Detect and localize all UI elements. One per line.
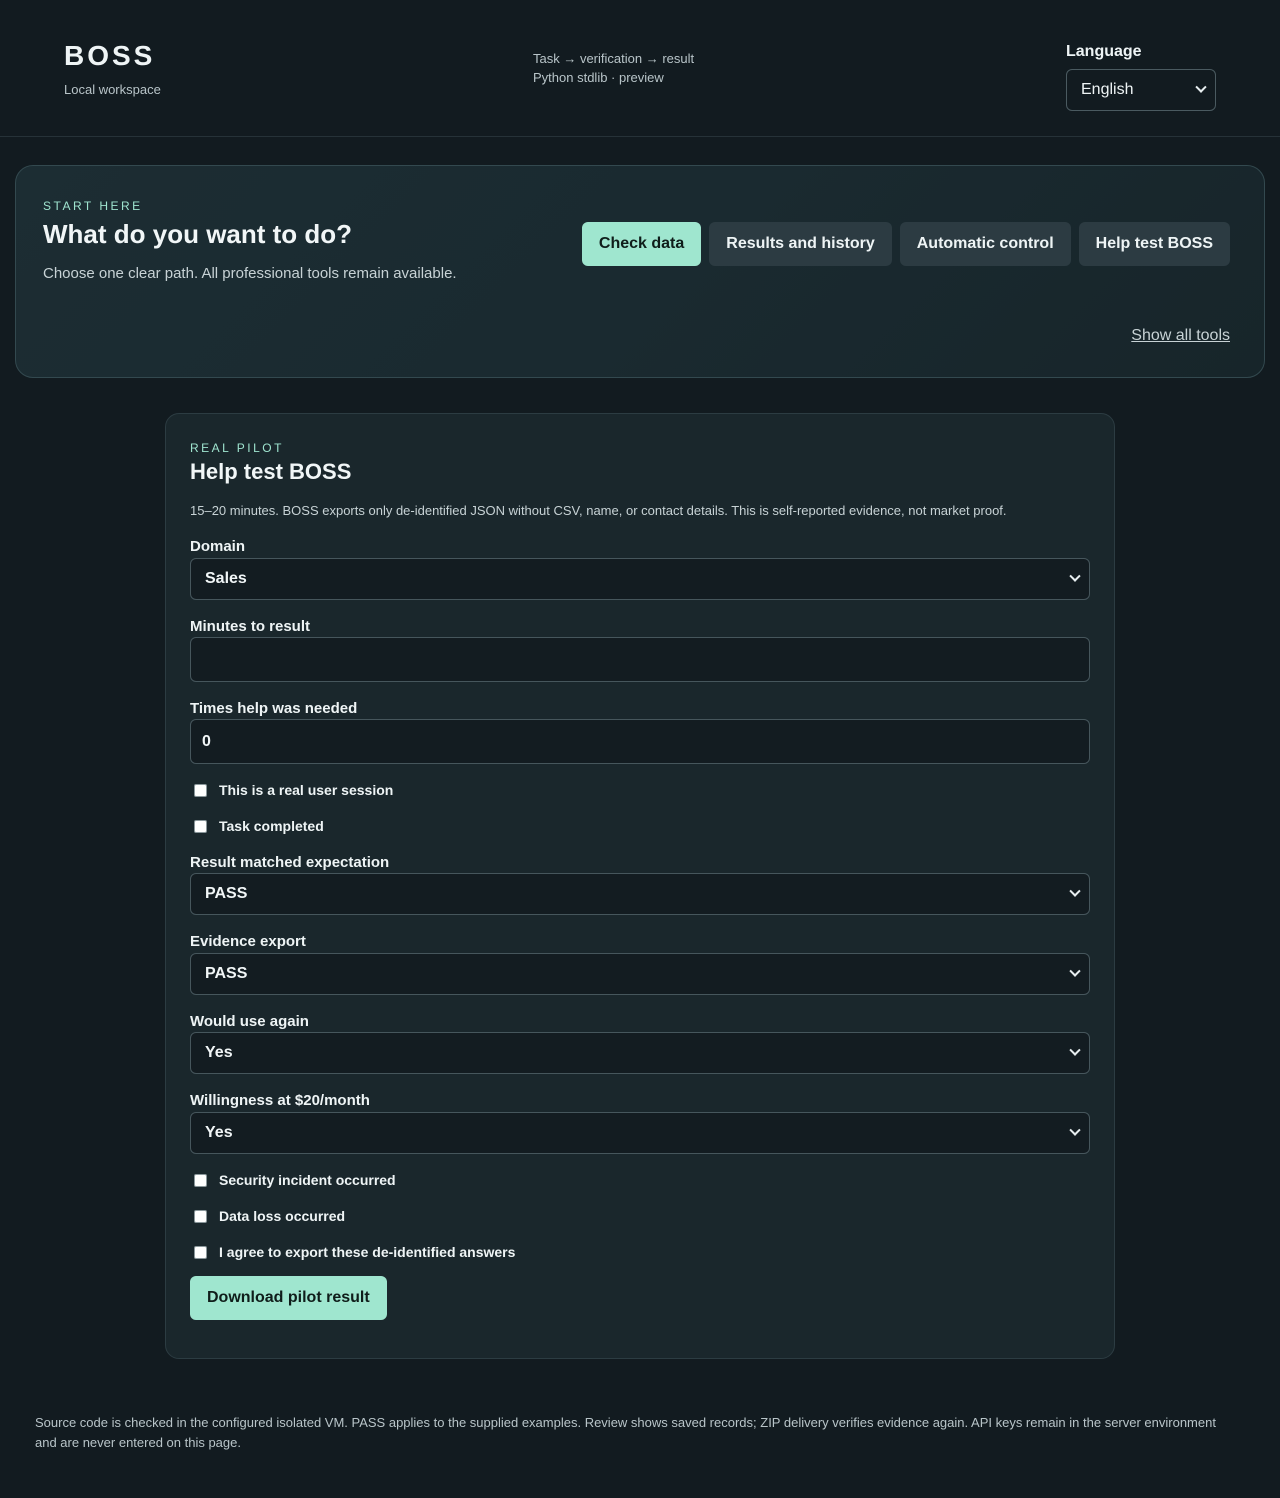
app-header: BOSS Local workspace Task → verification… [0, 0, 1280, 137]
real-session-label: This is a real user session [219, 782, 394, 798]
help-times-label: Times help was needed [190, 700, 358, 717]
automatic-control-button[interactable]: Automatic control [899, 222, 1071, 266]
security-incident-checkbox[interactable] [194, 1173, 207, 1187]
domain-label: Domain [190, 538, 246, 555]
pilot-eyebrow: REAL PILOT [190, 441, 284, 455]
task-completed-checkbox[interactable] [194, 819, 207, 833]
chevron-down-icon [1195, 81, 1207, 93]
brand: BOSS Local workspace [64, 40, 161, 97]
flow-steps: Task → verification → result [533, 51, 695, 66]
show-all-tools-link[interactable]: Show all tools [1131, 327, 1230, 345]
language-label: Language [1066, 43, 1142, 60]
pilot-description: 15–20 minutes. BOSS exports only de-iden… [190, 503, 1007, 518]
language-picker: Language English [1066, 42, 1216, 111]
help-times-value: 0 [202, 732, 211, 750]
download-pilot-button[interactable]: Download pilot result [190, 1276, 387, 1320]
evidence-export-label: Evidence export [190, 933, 306, 950]
brand-title: BOSS [64, 40, 156, 71]
chevron-down-icon [1069, 570, 1081, 582]
result-matched-label: Result matched expectation [190, 854, 390, 871]
willingness-value: Yes [205, 1124, 233, 1141]
chevron-down-icon [1069, 1124, 1081, 1136]
security-incident-label: Security incident occurred [219, 1172, 396, 1188]
help-test-button[interactable]: Help test BOSS [1078, 222, 1230, 266]
agree-export-label: I agree to export these de-identified an… [219, 1244, 516, 1260]
minutes-label: Minutes to result [190, 618, 311, 635]
path-buttons: Check data Results and history Automatic… [581, 222, 1230, 266]
use-again-value: Yes [205, 1044, 233, 1061]
data-loss-label: Data loss occurred [219, 1208, 346, 1224]
agree-export-option[interactable]: I agree to export these de-identified an… [194, 1244, 515, 1260]
agree-export-checkbox[interactable] [194, 1245, 207, 1259]
evidence-export-value: PASS [205, 965, 248, 982]
result-matched-select[interactable]: PASS [190, 873, 1090, 915]
start-title: What do you want to do? [43, 219, 353, 249]
chevron-down-icon [1069, 1044, 1081, 1056]
task-completed-label: Task completed [219, 818, 324, 834]
security-incident-option[interactable]: Security incident occurred [194, 1172, 396, 1188]
chevron-down-icon [1069, 885, 1081, 897]
domain-select[interactable]: Sales [190, 558, 1090, 600]
willingness-select[interactable]: Yes [190, 1112, 1090, 1154]
flow-summary: Task → verification → result Python stdl… [533, 49, 694, 87]
result-matched-value: PASS [205, 885, 248, 902]
start-panel: START HERE What do you want to do? Choos… [15, 165, 1265, 378]
real-session-option[interactable]: This is a real user session [194, 782, 393, 798]
pilot-form: REAL PILOT Help test BOSS 15–20 minutes.… [165, 413, 1115, 1359]
domain-value: Sales [205, 570, 247, 587]
start-eyebrow: START HERE [43, 199, 143, 213]
check-data-button[interactable]: Check data [581, 222, 702, 266]
use-again-select[interactable]: Yes [190, 1032, 1090, 1074]
data-loss-checkbox[interactable] [194, 1209, 207, 1223]
results-history-button[interactable]: Results and history [709, 222, 892, 266]
language-select[interactable]: English [1066, 69, 1216, 111]
data-loss-option[interactable]: Data loss occurred [194, 1208, 345, 1224]
chevron-down-icon [1069, 965, 1081, 977]
minutes-input[interactable] [190, 637, 1090, 682]
task-completed-option[interactable]: Task completed [194, 818, 324, 834]
use-again-label: Would use again [190, 1013, 309, 1030]
brand-subtitle: Local workspace [64, 82, 161, 97]
evidence-export-select[interactable]: PASS [190, 953, 1090, 995]
start-description: Choose one clear path. All professional … [43, 265, 457, 282]
footer-note: Source code is checked in the configured… [35, 1415, 1216, 1450]
willingness-label: Willingness at $20/month [190, 1092, 370, 1109]
help-times-input[interactable]: 0 [190, 719, 1090, 764]
real-session-checkbox[interactable] [194, 783, 207, 797]
language-value: English [1081, 81, 1134, 98]
runtime-info: Python stdlib · preview [533, 70, 664, 85]
pilot-title: Help test BOSS [190, 459, 352, 484]
